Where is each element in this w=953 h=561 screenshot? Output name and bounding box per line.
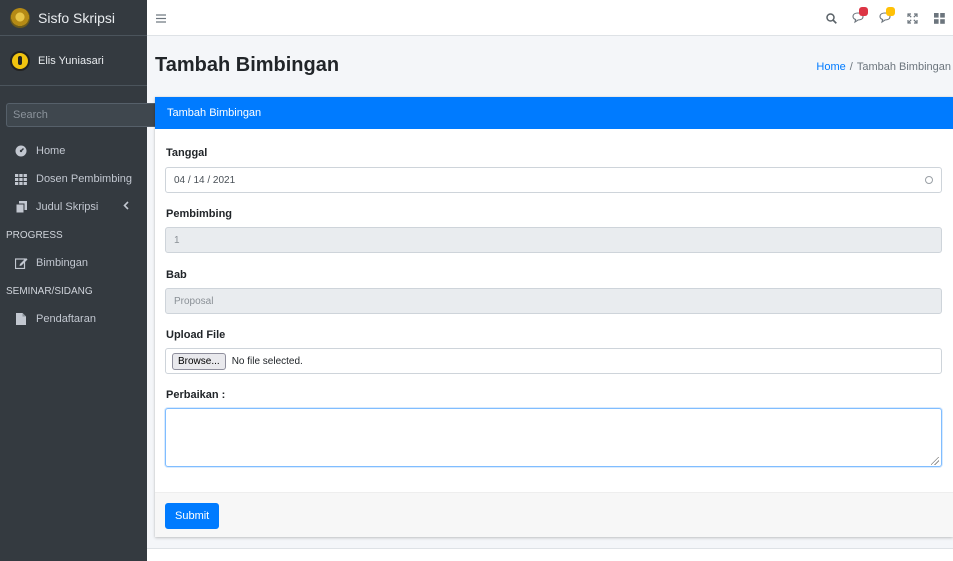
messages-button[interactable] <box>845 0 872 36</box>
bab-field: Proposal <box>165 288 942 314</box>
grid-icon <box>934 12 945 24</box>
sidebar-item-label: Home <box>36 145 66 157</box>
file-status: No file selected. <box>231 355 303 367</box>
perbaikan-textarea[interactable] <box>165 408 942 467</box>
sidebar-item-label: Bimbingan <box>36 257 88 269</box>
tachometer-icon <box>14 145 28 157</box>
fullscreen-button[interactable] <box>899 0 926 36</box>
notifications-button[interactable] <box>872 0 899 36</box>
pembimbing-field: 1 <box>165 227 942 253</box>
breadcrumb-home-link[interactable]: Home <box>816 61 845 73</box>
sidebar-item-judul-skripsi[interactable]: Judul Skripsi <box>0 193 147 221</box>
sidebar-item-pendaftaran[interactable]: Pendaftaran <box>0 305 147 333</box>
expand-icon <box>907 12 918 24</box>
topbar <box>147 0 953 36</box>
upload-file-input[interactable]: Browse... No file selected. <box>165 348 942 374</box>
sidebar: Sisfo Skripsi Elis Yuniasari Home Dosen … <box>0 0 172 561</box>
copy-icon <box>14 201 28 213</box>
messages-badge <box>859 7 868 16</box>
bimbingan-form-card: Tambah Bimbingan Tanggal 04 / 14 / 2021 … <box>155 97 953 537</box>
main-footer <box>147 548 953 561</box>
tanggal-date-input[interactable]: 04 / 14 / 2021 <box>165 167 942 193</box>
brand[interactable]: Sisfo Skripsi <box>0 0 147 36</box>
user-panel[interactable]: Elis Yuniasari <box>0 36 147 86</box>
breadcrumb-current: Tambah Bimbingan <box>856 61 951 73</box>
clear-date-icon[interactable] <box>925 176 933 184</box>
page-title: Tambah Bimbingan <box>155 54 340 76</box>
perbaikan-label: Perbaikan : <box>166 389 226 401</box>
hamburger-icon <box>156 14 166 23</box>
submit-button[interactable]: Submit <box>165 503 220 529</box>
search-icon <box>826 12 837 24</box>
bab-label: Bab <box>166 269 187 281</box>
edit-icon <box>14 257 28 269</box>
brand-name: Sisfo Skripsi <box>38 9 116 26</box>
bab-value: Proposal <box>174 295 214 307</box>
browse-button[interactable]: Browse... <box>172 352 226 370</box>
user-name: Elis Yuniasari <box>38 54 104 67</box>
nav-header-progress: PROGRESS <box>6 229 63 241</box>
nav-header-seminar-sidang: SEMINAR/SIDANG <box>6 285 93 297</box>
menu-toggle-button[interactable] <box>156 12 166 26</box>
control-sidebar-button[interactable] <box>926 0 953 36</box>
sidebar-item-label: Pendaftaran <box>36 313 96 325</box>
sidebar-search <box>6 103 172 127</box>
th-icon <box>14 173 28 185</box>
sidebar-item-dosen-pembimbing[interactable]: Dosen Pembimbing <box>0 165 147 193</box>
navbar-search-button[interactable] <box>818 0 845 36</box>
sidebar-item-bimbingan[interactable]: Bimbingan <box>0 249 147 277</box>
card-title: Tambah Bimbingan <box>155 97 953 129</box>
breadcrumb-separator: / <box>849 61 853 73</box>
brand-logo-icon <box>10 7 30 28</box>
tanggal-label: Tanggal <box>166 147 208 159</box>
file-icon <box>14 313 28 325</box>
notifications-badge <box>886 7 895 16</box>
breadcrumb: Home / Tambah Bimbingan <box>816 61 951 73</box>
search-input[interactable] <box>6 103 161 127</box>
sidebar-item-label: Judul Skripsi <box>36 201 99 213</box>
topbar-icons <box>818 0 953 36</box>
tanggal-value: 04 / 14 / 2021 <box>174 174 236 186</box>
chevron-left-icon <box>123 201 129 210</box>
avatar <box>10 50 30 71</box>
pembimbing-label: Pembimbing <box>166 208 233 220</box>
sidebar-item-home[interactable]: Home <box>0 137 147 165</box>
sidebar-item-label: Dosen Pembimbing <box>36 173 132 185</box>
textarea-resize-handle[interactable] <box>931 457 939 465</box>
upload-file-label: Upload File <box>166 329 226 341</box>
pembimbing-value: 1 <box>174 234 180 246</box>
card-footer: Submit <box>155 492 953 537</box>
